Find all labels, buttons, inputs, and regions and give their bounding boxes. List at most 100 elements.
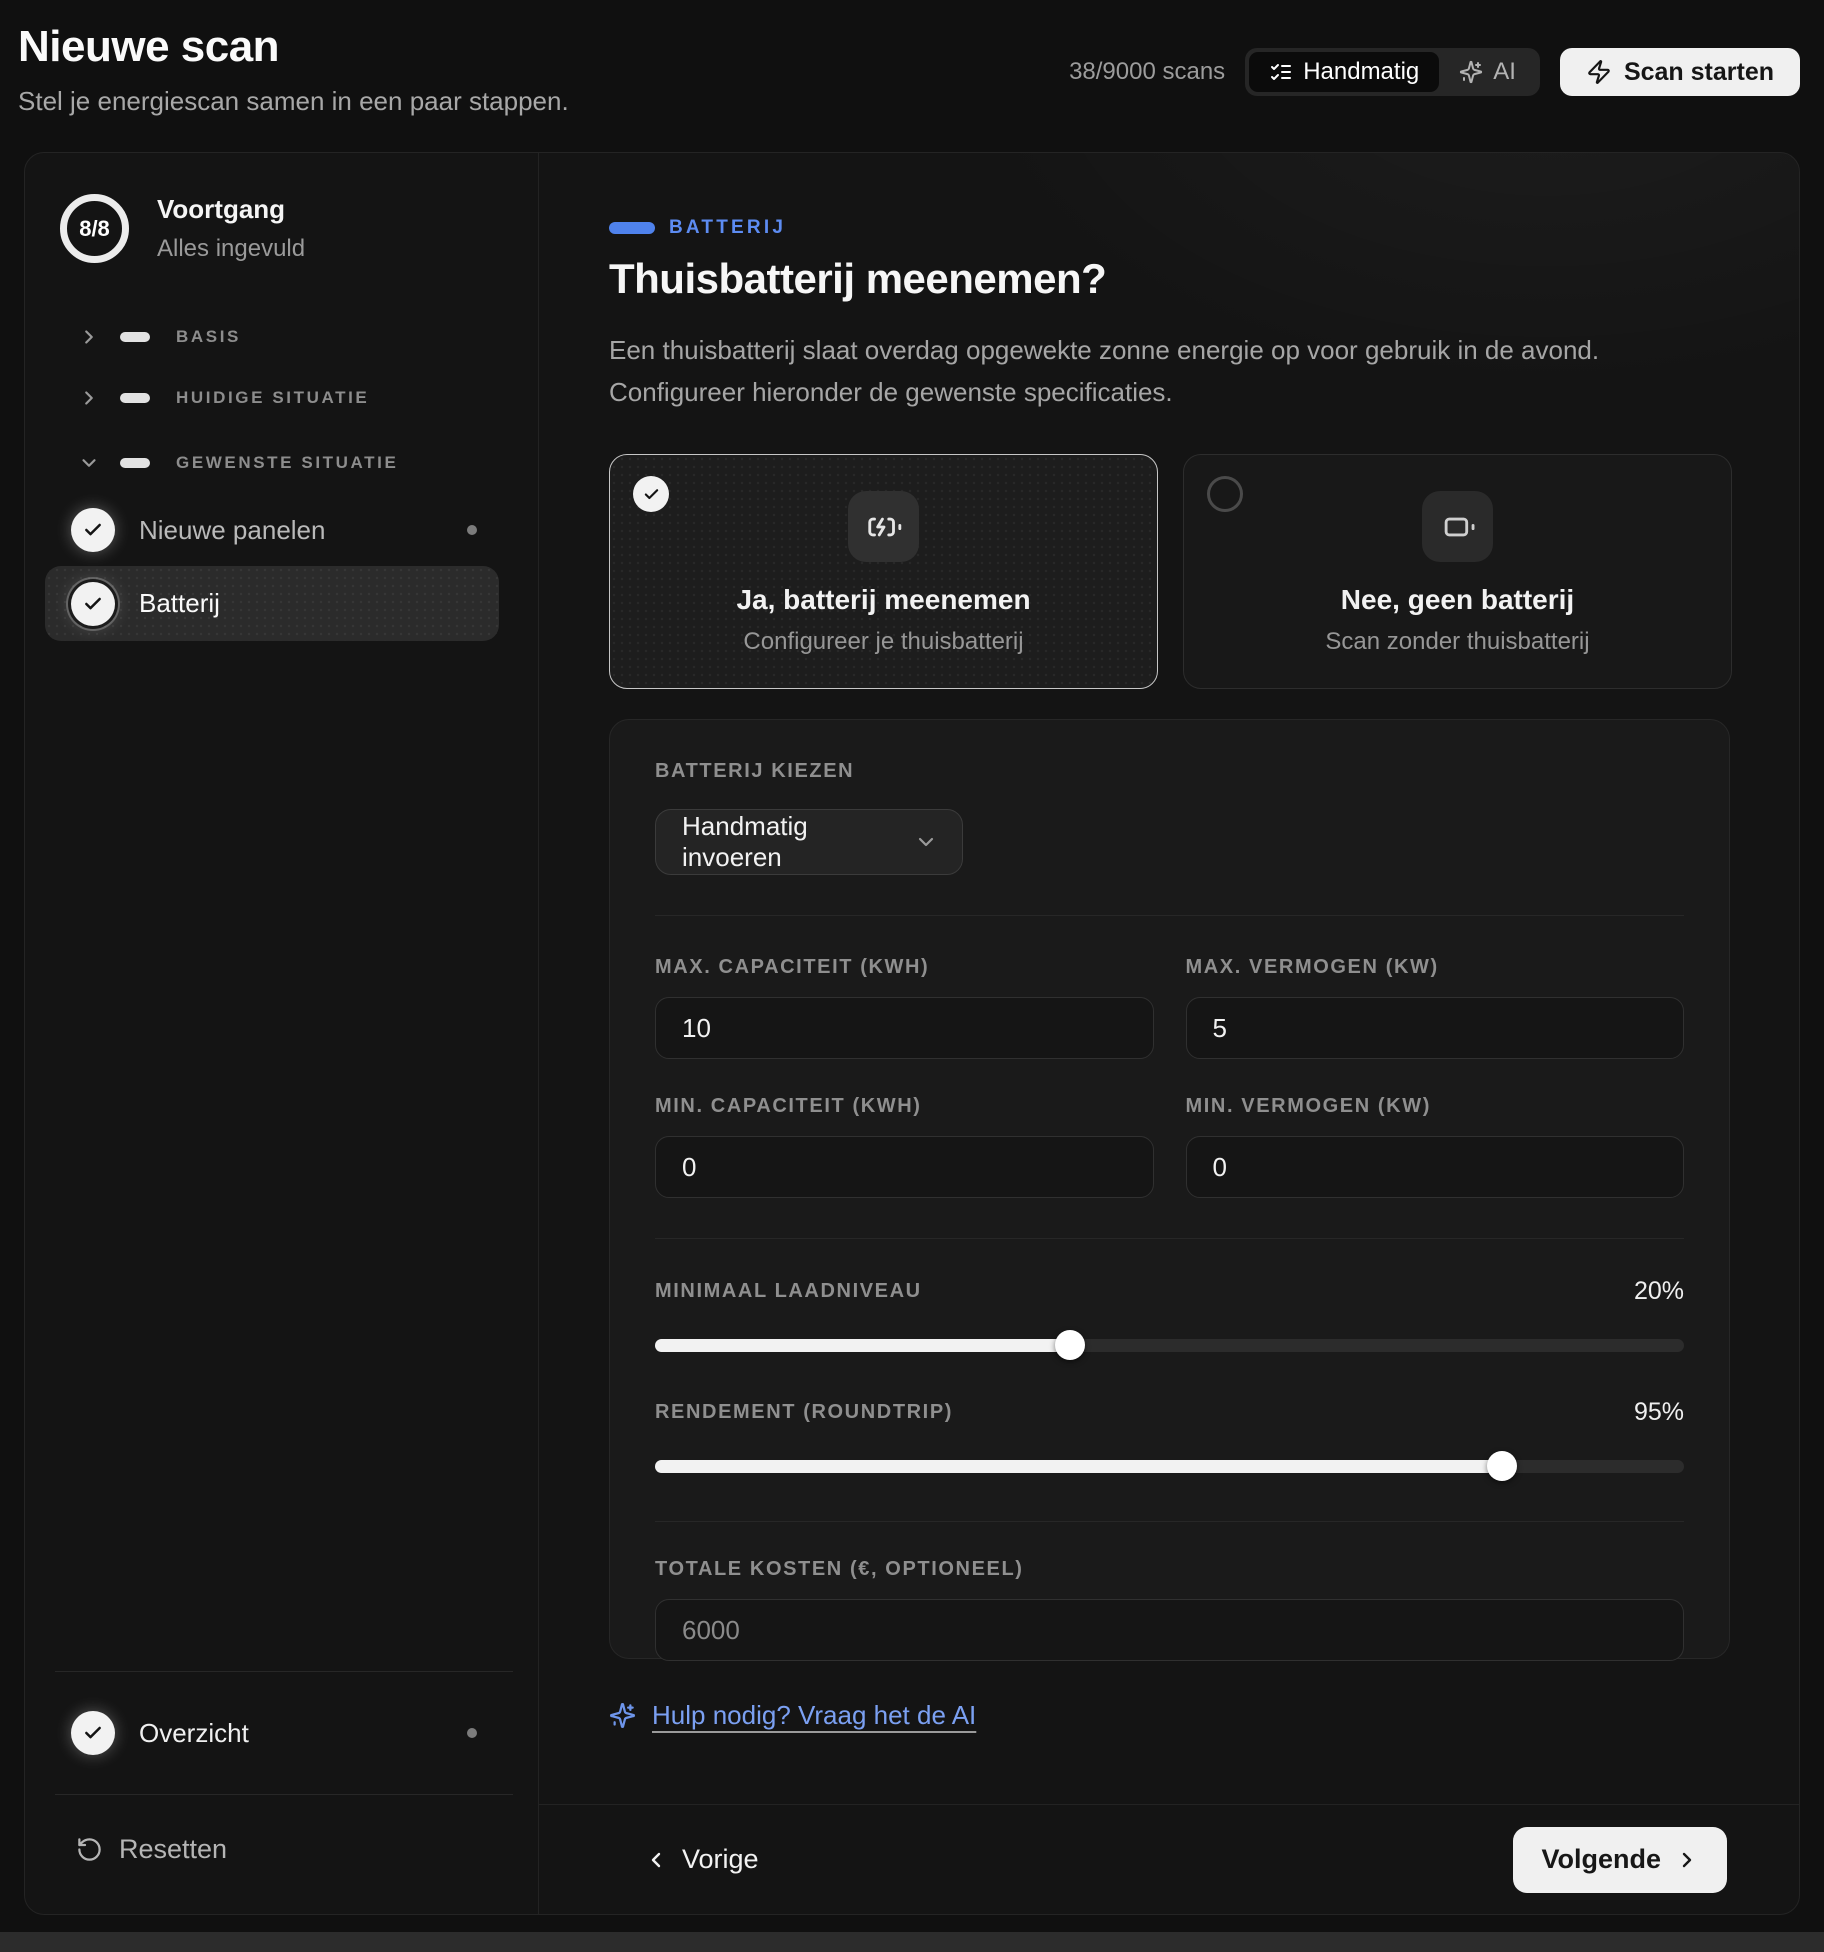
description-line: Configureer hieronder de gewenste specif… [609, 371, 1599, 413]
option-cards: Ja, batterij meenemen Configureer je thu… [609, 454, 1732, 689]
check-circle-icon [71, 1711, 115, 1755]
previous-button[interactable]: Vorige [644, 1844, 759, 1875]
field-label: MAX. CAPACITEIT (KWH) [655, 956, 1154, 979]
slider-track-area[interactable] [655, 1451, 1684, 1481]
field-max-capaciteit: MAX. CAPACITEIT (KWH) [655, 956, 1154, 1059]
slider-label: MINIMAAL LAADNIVEAU [655, 1280, 922, 1303]
step-dash [609, 222, 655, 234]
content-description: Een thuisbatterij slaat overdag opgewekt… [609, 329, 1599, 413]
section-label: GEWENSTE SITUATIE [176, 453, 398, 473]
divider [55, 1794, 513, 1795]
chevron-down-icon [914, 830, 938, 854]
totale-kosten-input[interactable] [655, 1599, 1684, 1661]
progress-title: Voortgang [157, 194, 305, 225]
mode-ai-label: AI [1493, 58, 1516, 86]
check-circle-icon [71, 508, 115, 552]
mode-toggle: Handmatig AI [1245, 48, 1540, 96]
scan-start-button[interactable]: Scan starten [1560, 48, 1800, 96]
field-label: MAX. VERMOGEN (KW) [1186, 956, 1685, 979]
option-card-battery-yes[interactable]: Ja, batterij meenemen Configureer je thu… [609, 454, 1158, 689]
option-title: Nee, geen batterij [1341, 584, 1574, 616]
battery-select-dropdown[interactable]: Handmatig invoeren [655, 809, 963, 875]
progress-fraction: 8/8 [79, 216, 110, 242]
reset-button[interactable]: Resetten [76, 1823, 227, 1875]
reset-label: Resetten [119, 1834, 227, 1865]
battery-form: BATTERIJ KIEZEN Handmatig invoeren MAX. … [609, 719, 1730, 1659]
header-actions: 38/9000 scans Handmatig AI Scan starten [1069, 48, 1800, 96]
page-subtitle: Stel je energiescan samen in een paar st… [18, 86, 569, 117]
chevron-down-icon [78, 452, 100, 474]
sidebar-section-basis[interactable]: BASIS [78, 320, 241, 354]
min-vermogen-input[interactable] [1186, 1136, 1685, 1198]
check-circle-icon [71, 582, 115, 626]
battery-select-label: BATTERIJ KIEZEN [655, 760, 854, 782]
divider [655, 915, 1684, 916]
ai-help-link-label: Hulp nodig? Vraag het de AI [652, 1700, 976, 1731]
field-min-vermogen: MIN. VERMOGEN (KW) [1186, 1095, 1685, 1198]
chevron-right-icon [1675, 1848, 1699, 1872]
battery-icon [1422, 491, 1493, 562]
field-totale-kosten: TOTALE KOSTEN (€, OPTIONEEL) [655, 1558, 1684, 1661]
sidebar-item-label: Nieuwe panelen [139, 515, 325, 546]
slider-value: 95% [1634, 1398, 1684, 1427]
sidebar-section-huidige-situatie[interactable]: HUIDIGE SITUATIE [78, 381, 369, 415]
field-label: TOTALE KOSTEN (€, OPTIONEEL) [655, 1558, 1024, 1580]
sparkles-icon [609, 1702, 636, 1729]
slider-track-area[interactable] [655, 1330, 1684, 1360]
slider-fill [655, 1339, 1070, 1352]
field-label: MIN. VERMOGEN (KW) [1186, 1095, 1685, 1118]
sidebar-item-batterij[interactable]: Batterij [45, 566, 499, 641]
slider-thumb[interactable] [1487, 1451, 1517, 1481]
lightning-icon [1586, 59, 1612, 85]
divider [655, 1238, 1684, 1239]
sidebar-item-overzicht[interactable]: Overzicht [45, 1703, 499, 1763]
max-vermogen-input[interactable] [1186, 997, 1685, 1059]
section-pill [120, 458, 150, 468]
mode-ai-button[interactable]: AI [1439, 52, 1536, 92]
progress-ring: 8/8 [60, 194, 129, 263]
sidebar: 8/8 Voortgang Alles ingevuld BASIS HUIDI… [25, 153, 539, 1914]
radio-circle-icon [1207, 476, 1243, 512]
mode-manual-button[interactable]: Handmatig [1249, 52, 1439, 92]
chevron-right-icon [78, 387, 100, 409]
next-label: Volgende [1541, 1844, 1661, 1875]
section-label: BASIS [176, 327, 241, 347]
sparkles-icon [1459, 60, 1483, 84]
check-circle-icon [633, 476, 669, 512]
next-button[interactable]: Volgende [1513, 1827, 1727, 1893]
notification-dot [467, 525, 477, 535]
previous-label: Vorige [682, 1844, 759, 1875]
mode-manual-label: Handmatig [1303, 58, 1419, 86]
field-label: MIN. CAPACITEIT (KWH) [655, 1095, 1154, 1118]
scans-counter: 38/9000 scans [1069, 58, 1225, 86]
section-pill [120, 393, 150, 403]
max-capaciteit-input[interactable] [655, 997, 1154, 1059]
sidebar-section-gewenste-situatie[interactable]: GEWENSTE SITUATIE [78, 446, 398, 480]
sidebar-item-label: Batterij [139, 588, 220, 619]
description-line: Een thuisbatterij slaat overdag opgewekt… [609, 329, 1599, 371]
slider-thumb[interactable] [1055, 1330, 1085, 1360]
reset-icon [76, 1836, 103, 1863]
slider-label: RENDEMENT (ROUNDTRIP) [655, 1401, 953, 1424]
section-label: HUIDIGE SITUATIE [176, 388, 369, 408]
divider [655, 1521, 1684, 1522]
wizard-footer: Vorige Volgende [539, 1804, 1799, 1914]
option-title: Ja, batterij meenemen [736, 584, 1030, 616]
slider-value: 20% [1634, 1277, 1684, 1306]
content-heading: Thuisbatterij meenemen? [609, 255, 1106, 303]
battery-select-value: Handmatig invoeren [682, 811, 914, 873]
option-card-battery-no[interactable]: Nee, geen batterij Scan zonder thuisbatt… [1183, 454, 1732, 689]
battery-charging-icon [848, 491, 919, 562]
bottom-edge-bar [0, 1932, 1824, 1952]
step-label: BATTERIJ [669, 217, 786, 239]
sidebar-item-nieuwe-panelen[interactable]: Nieuwe panelen [45, 500, 499, 560]
option-subtitle: Configureer je thuisbatterij [743, 628, 1023, 656]
progress: 8/8 Voortgang Alles ingevuld [60, 194, 305, 263]
step-indicator: BATTERIJ [609, 217, 786, 239]
chevron-right-icon [78, 326, 100, 348]
page-title: Nieuwe scan [18, 22, 569, 72]
slider-fill [655, 1460, 1502, 1473]
ai-help-link[interactable]: Hulp nodig? Vraag het de AI [609, 1700, 976, 1731]
scan-start-label: Scan starten [1624, 58, 1774, 87]
min-capaciteit-input[interactable] [655, 1136, 1154, 1198]
